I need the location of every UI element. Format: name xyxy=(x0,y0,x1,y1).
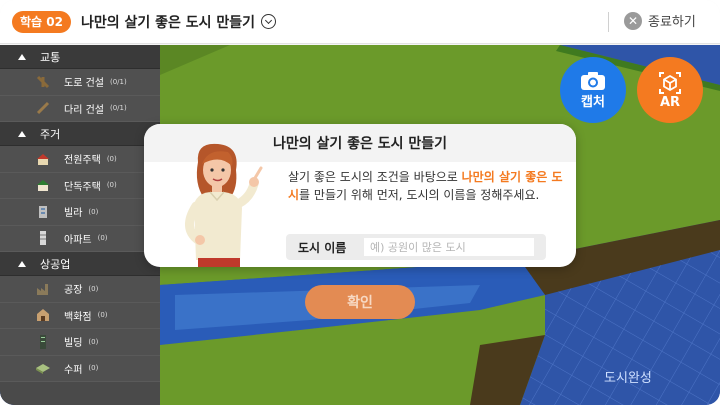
dialog-title: 나만의 살기 좋은 도시 만들기 xyxy=(272,136,448,152)
sidebar-item-label: 빌딩 xyxy=(64,338,83,350)
chevron-down-icon[interactable] xyxy=(261,14,277,29)
teacher-character xyxy=(185,143,263,267)
exit-button[interactable]: ✕ 종료하기 xyxy=(624,11,696,30)
sidebar-item-apartment[interactable]: 아파트 (0) xyxy=(0,225,160,252)
city-name-label: 도시 이름 xyxy=(298,240,347,255)
factory-icon xyxy=(36,282,50,296)
road-icon xyxy=(36,75,50,89)
villa-icon xyxy=(36,205,50,219)
sidebar-item-label: 전원주택 xyxy=(64,155,101,167)
capture-label: 캡처 xyxy=(581,94,605,110)
sidebar-item-count: (0) xyxy=(106,181,117,190)
sidebar-item-label: 공장 xyxy=(64,285,83,297)
category-label: 교통 xyxy=(40,50,61,64)
apartment-icon xyxy=(36,231,50,246)
sidebar-item-label: 빌라 xyxy=(64,208,83,220)
bridge-icon xyxy=(36,101,50,115)
capture-button[interactable]: 캡처 xyxy=(560,57,626,123)
dialog-message: 살기 좋은 도시의 조건을 바탕으로 나만의 살기 좋은 도시를 만들기 위해 … xyxy=(288,168,568,204)
city-name-dialog: 나만의 살기 좋은 도시 만들기 살기 좋은 도시의 조건을 바탕으로 나만의 … xyxy=(144,124,576,267)
collapse-triangle-icon xyxy=(18,260,26,267)
exit-label: 종료하기 xyxy=(648,15,696,30)
building-icon xyxy=(36,334,50,349)
sidebar-item-building[interactable]: 빌딩 (0) xyxy=(0,329,160,356)
collapse-triangle-icon xyxy=(18,130,26,137)
sidebar-item-factory[interactable]: 공장 (0) xyxy=(0,276,160,303)
sidebar-item-count: (0/1) xyxy=(109,104,127,113)
sidebar-item-label: 아파트 xyxy=(64,234,92,246)
category-label: 주거 xyxy=(40,127,61,141)
ar-label: AR xyxy=(659,94,681,110)
confirm-button[interactable]: 확인 xyxy=(305,285,415,319)
supermarket-icon xyxy=(36,361,50,375)
house-icon xyxy=(36,178,50,192)
lesson-badge: 학습 02 xyxy=(12,10,71,33)
build-sidebar: 교통 도로 건설 (0/1) 다리 건설 (0/1) 주거 전원주택 (0) 단… xyxy=(0,45,160,405)
sidebar-item-count: (0) xyxy=(88,207,99,216)
sidebar-item-count: (0) xyxy=(97,234,108,243)
sidebar-item-label: 백화점 xyxy=(64,311,92,323)
category-label: 상공업 xyxy=(40,257,71,271)
camera-icon xyxy=(581,71,605,90)
category-transport[interactable]: 교통 xyxy=(0,45,160,69)
sidebar-item-country-house[interactable]: 전원주택 (0) xyxy=(0,146,160,173)
app-frame: 학습 02 나만의 살기 좋은 도시 만들기 ✕ 종료하기 교통 도로 건설 (… xyxy=(0,0,720,405)
sidebar-item-count: (0) xyxy=(97,311,108,320)
header-divider xyxy=(608,12,609,32)
close-icon: ✕ xyxy=(624,11,642,30)
sidebar-item-label: 도로 건설 xyxy=(64,78,104,90)
ar-cube-icon xyxy=(659,71,681,94)
collapse-triangle-icon xyxy=(18,53,26,60)
header-bar: 학습 02 나만의 살기 좋은 도시 만들기 ✕ 종료하기 xyxy=(0,0,720,44)
sidebar-item-supermarket[interactable]: 수퍼 (0) xyxy=(0,355,160,382)
sidebar-item-count: (0/1) xyxy=(109,77,127,86)
sidebar-item-department-store[interactable]: 백화점 (0) xyxy=(0,302,160,329)
dialog-message-part1: 살기 좋은 도시의 조건을 바탕으로 xyxy=(288,170,462,184)
ar-button[interactable]: AR xyxy=(637,57,703,123)
category-housing[interactable]: 주거 xyxy=(0,122,160,146)
sidebar-item-label: 다리 건설 xyxy=(64,104,104,116)
sidebar-item-count: (0) xyxy=(88,364,99,373)
page-title: 나만의 살기 좋은 도시 만들기 xyxy=(80,14,256,31)
city-name-row: 도시 이름 xyxy=(286,234,546,260)
sidebar-item-road[interactable]: 도로 건설 (0/1) xyxy=(0,69,160,96)
sidebar-item-count: (0) xyxy=(88,337,99,346)
country-house-icon xyxy=(36,152,50,166)
sidebar-item-label: 수퍼 xyxy=(64,364,83,376)
sidebar-item-bridge[interactable]: 다리 건설 (0/1) xyxy=(0,95,160,122)
sidebar-item-house[interactable]: 단독주택 (0) xyxy=(0,172,160,199)
city-complete-button[interactable]: 도시완성 xyxy=(604,367,652,386)
sidebar-item-villa[interactable]: 빌라 (0) xyxy=(0,199,160,226)
sidebar-item-count: (0) xyxy=(106,154,117,163)
sidebar-item-count: (0) xyxy=(88,284,99,293)
department-store-icon xyxy=(36,308,50,322)
dialog-message-part2: 를 만들기 위해 먼저, 도시의 이름을 정해주세요. xyxy=(299,188,540,202)
city-name-input[interactable] xyxy=(364,238,534,256)
sidebar-item-label: 단독주택 xyxy=(64,181,101,193)
category-commerce[interactable]: 상공업 xyxy=(0,252,160,276)
